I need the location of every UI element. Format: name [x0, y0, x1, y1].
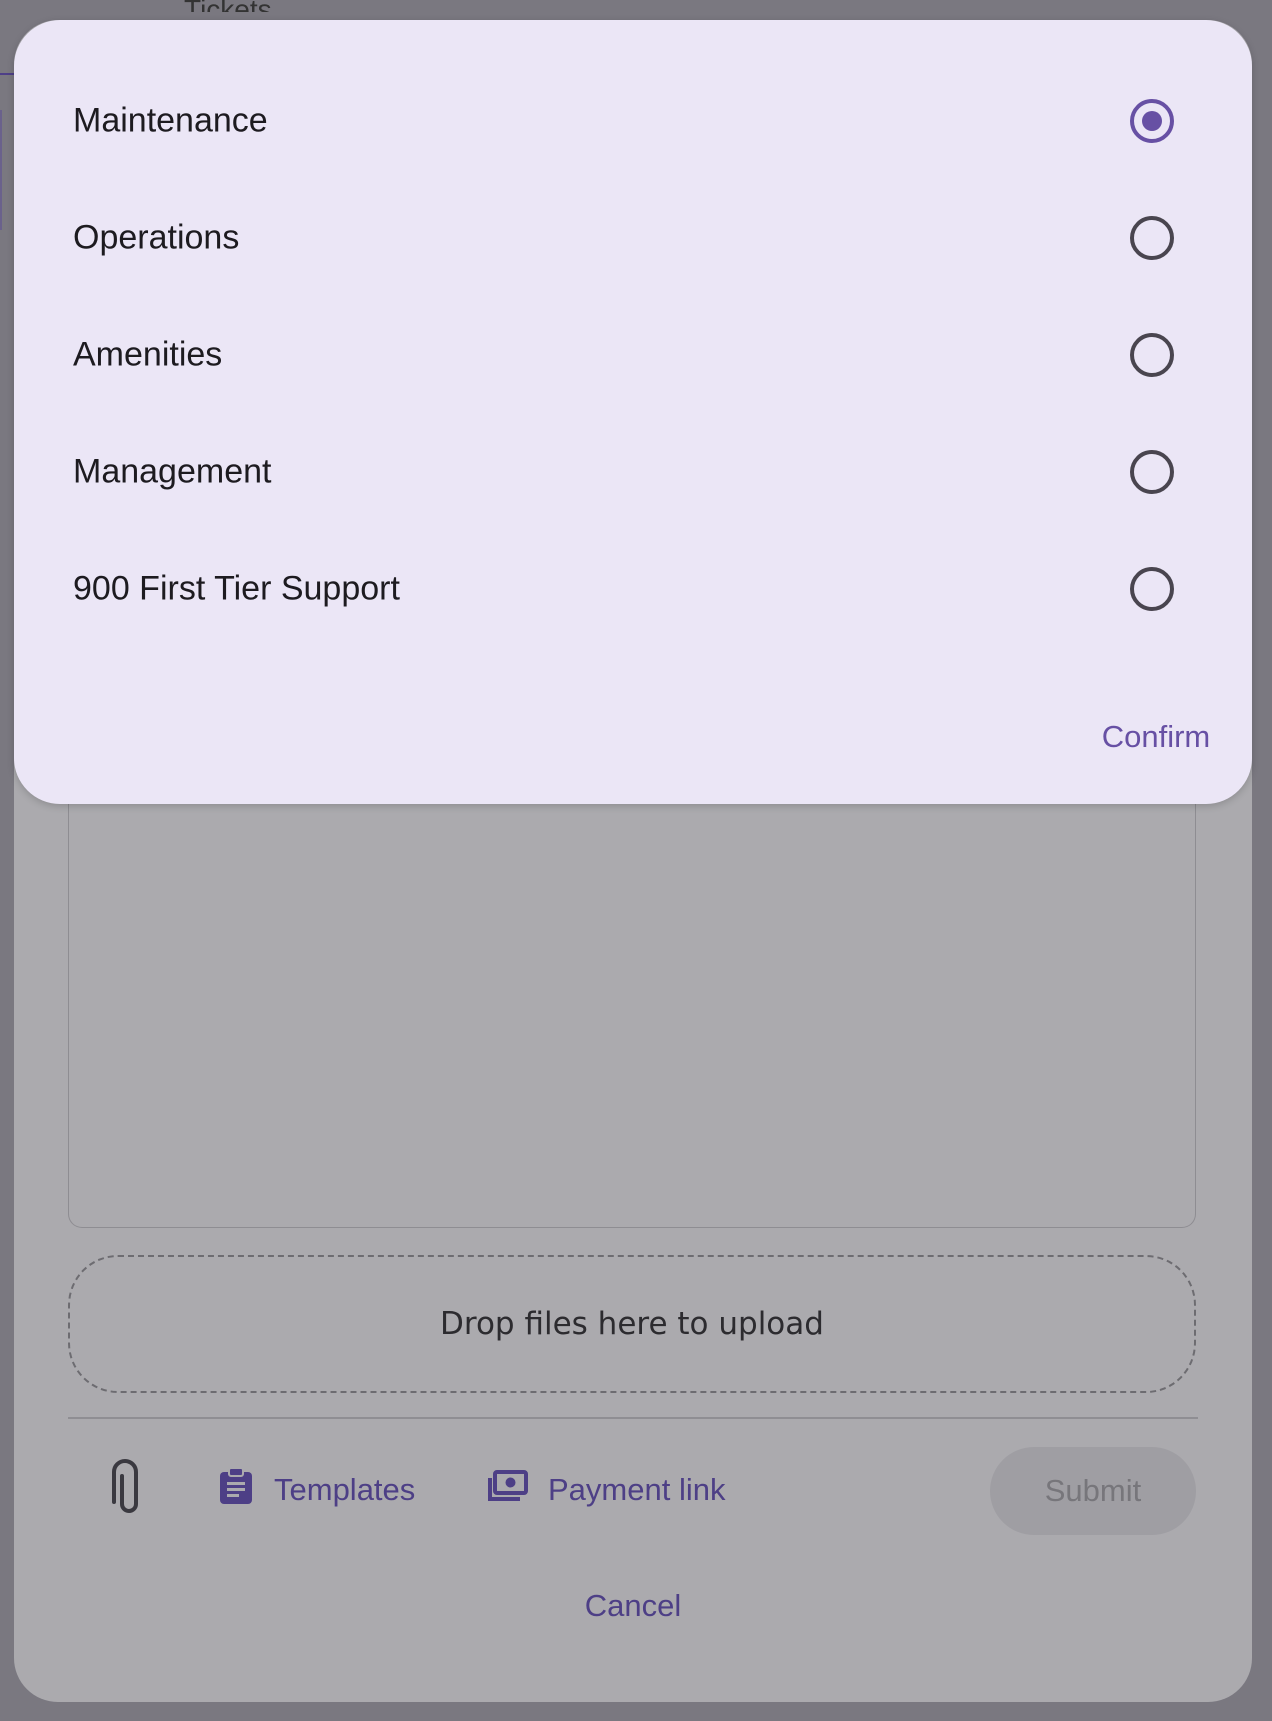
- confirm-button[interactable]: Confirm: [1086, 712, 1226, 762]
- paperclip-icon: [108, 1458, 142, 1522]
- payment-link-label: Payment link: [548, 1472, 726, 1507]
- option-first-tier-support[interactable]: 900 First Tier Support: [14, 530, 1252, 647]
- option-management[interactable]: Management: [14, 413, 1252, 530]
- nav-rail-edge: [0, 110, 2, 230]
- templates-label: Templates: [274, 1472, 416, 1507]
- cash-icon: [488, 1469, 528, 1511]
- option-maintenance[interactable]: Maintenance: [14, 62, 1252, 179]
- option-operations[interactable]: Operations: [14, 179, 1252, 296]
- option-amenities[interactable]: Amenities: [14, 296, 1252, 413]
- clipboard-icon: [218, 1467, 254, 1513]
- cancel-button[interactable]: Cancel: [540, 1582, 726, 1630]
- file-dropzone[interactable]: Drop files here to upload: [68, 1255, 1196, 1393]
- dropzone-label: Drop files here to upload: [440, 1306, 824, 1342]
- radio-unselected-icon[interactable]: [1130, 215, 1174, 260]
- department-select-dialog: Maintenance Operations Amenities Managem…: [14, 20, 1252, 804]
- payment-link-button[interactable]: Payment link: [488, 1470, 725, 1510]
- attach-button[interactable]: [108, 1459, 148, 1518]
- page-title: Tickets: [184, 0, 272, 12]
- submit-button[interactable]: Submit: [990, 1447, 1196, 1535]
- option-label: 900 First Tier Support: [73, 569, 400, 607]
- option-label: Operations: [73, 218, 240, 256]
- option-label: Management: [73, 452, 272, 490]
- toolbar-divider: [68, 1417, 1198, 1419]
- radio-unselected-icon[interactable]: [1130, 566, 1174, 611]
- templates-button[interactable]: Templates: [218, 1467, 416, 1513]
- option-label: Amenities: [73, 335, 223, 373]
- radio-unselected-icon[interactable]: [1130, 332, 1174, 377]
- radio-selected-icon[interactable]: [1130, 98, 1174, 143]
- radio-unselected-icon[interactable]: [1130, 449, 1174, 494]
- message-textarea[interactable]: [68, 790, 1196, 1228]
- option-label: Maintenance: [73, 101, 268, 139]
